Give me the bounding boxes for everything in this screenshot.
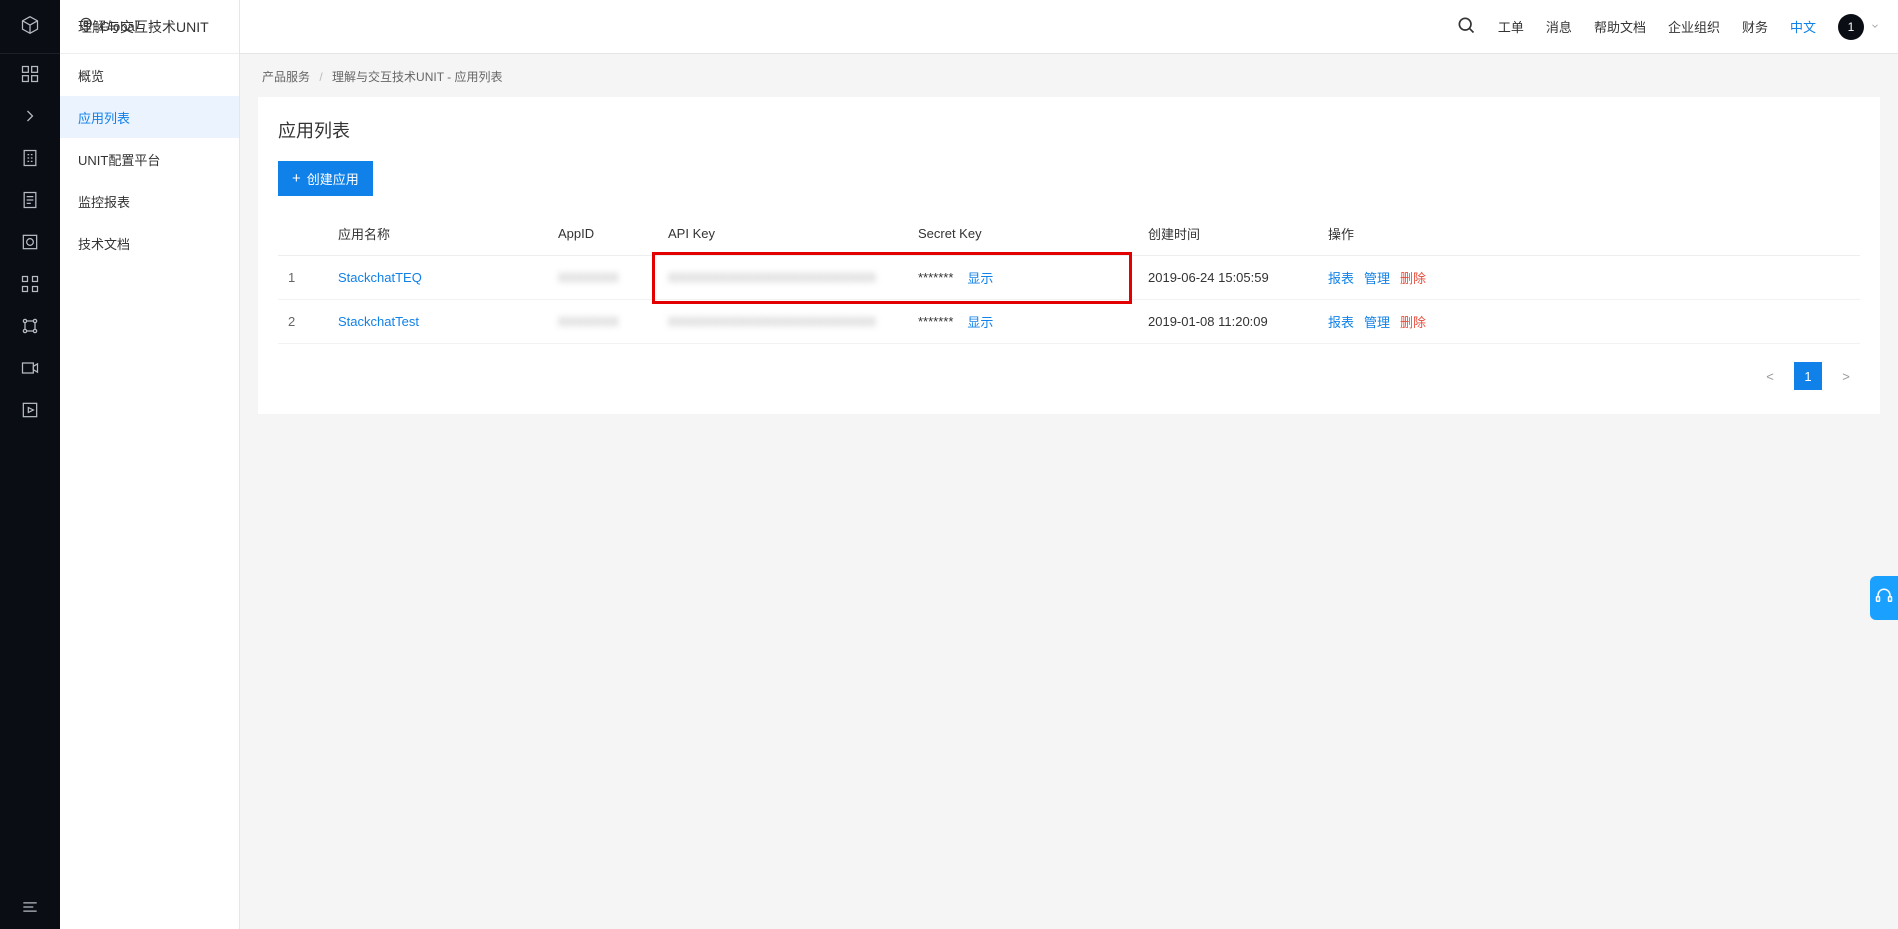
apps-icon: [20, 274, 40, 297]
search-button[interactable]: [1456, 15, 1476, 38]
rail-dashboard[interactable]: [0, 54, 60, 96]
chevron-down-icon: [146, 19, 156, 34]
sidebar-item-overview[interactable]: 概览: [60, 54, 239, 96]
menu-icon: [20, 897, 40, 920]
action-report[interactable]: 报表: [1328, 271, 1354, 286]
breadcrumb: 产品服务 / 理解与交互技术UNIT - 应用列表: [240, 54, 1898, 97]
topbar-link-docs[interactable]: 帮助文档: [1594, 17, 1646, 36]
rail-video[interactable]: [0, 348, 60, 390]
sidebar-item-label: 监控报表: [78, 192, 130, 211]
avatar: 1: [1838, 14, 1864, 40]
topbar-link-messages[interactable]: 消息: [1546, 17, 1572, 36]
table-row: 2StackchatTestXXXXXXXXXXXXXXXXXXXXXXXXXX…: [278, 300, 1860, 344]
col-name: 应用名称: [328, 212, 548, 256]
breadcrumb-sep: /: [319, 70, 322, 84]
col-secret: Secret Key: [908, 212, 1138, 256]
sidebar-item-tech-docs[interactable]: 技术文档: [60, 222, 239, 264]
apikey-value: XXXXXXXXXXXXXXXXXXXXXXXX: [668, 314, 876, 329]
grid-icon: [20, 64, 40, 87]
rail-network[interactable]: [0, 306, 60, 348]
cube-logo-icon: [20, 15, 40, 38]
help-float-button[interactable]: [1870, 576, 1898, 620]
rail-doc[interactable]: [0, 180, 60, 222]
user-menu[interactable]: 1: [1838, 14, 1880, 40]
row-index: 2: [278, 300, 328, 344]
sidebar-item-label: UNIT配置平台: [78, 150, 160, 169]
panel-title: 应用列表: [278, 117, 1860, 143]
action-delete[interactable]: 删除: [1400, 271, 1426, 286]
document-icon: [20, 190, 40, 213]
created-at: 2019-01-08 11:20:09: [1138, 300, 1318, 344]
col-created: 创建时间: [1138, 212, 1318, 256]
pagination: < 1 >: [278, 362, 1860, 390]
topbar-link-org[interactable]: 企业组织: [1668, 17, 1720, 36]
create-app-button[interactable]: + 创建应用: [278, 161, 373, 196]
network-icon: [20, 316, 40, 339]
rail-apps[interactable]: [0, 264, 60, 306]
plus-icon: +: [292, 171, 301, 186]
logo[interactable]: [0, 0, 60, 54]
table-row: 1StackchatTEQXXXXXXXXXXXXXXXXXXXXXXXXXXX…: [278, 256, 1860, 300]
sidebar-item-monitor[interactable]: 监控报表: [60, 180, 239, 222]
region-picker[interactable]: Global: [78, 17, 238, 36]
page-next[interactable]: >: [1832, 362, 1860, 390]
topbar-link-finance[interactable]: 财务: [1742, 17, 1768, 36]
target-icon: [20, 232, 40, 255]
col-actions: 操作: [1318, 212, 1860, 256]
rail-play[interactable]: [0, 390, 60, 432]
sidebar-item-label: 概览: [78, 66, 104, 85]
topbar: Global 工单 消息 帮助文档 企业组织 财务 中文 1: [240, 0, 1898, 54]
chevron-right-icon: [20, 106, 40, 129]
appid-value: XXXXXXX: [558, 314, 619, 329]
row-index: 1: [278, 256, 328, 300]
breadcrumb-page: 理解与交互技术UNIT - 应用列表: [332, 70, 502, 84]
col-apikey: API Key: [658, 212, 908, 256]
play-icon: [20, 400, 40, 423]
page-current[interactable]: 1: [1794, 362, 1822, 390]
action-manage[interactable]: 管理: [1364, 271, 1390, 286]
building-icon: [20, 148, 40, 171]
icon-rail: [0, 0, 60, 929]
topbar-link-language[interactable]: 中文: [1790, 17, 1816, 36]
create-app-label: 创建应用: [307, 169, 359, 188]
apikey-value: XXXXXXXXXXXXXXXXXXXXXXXX: [668, 270, 876, 285]
created-at: 2019-06-24 15:05:59: [1138, 256, 1318, 300]
page-prev[interactable]: <: [1756, 362, 1784, 390]
app-name-link[interactable]: StackchatTEQ: [338, 270, 422, 285]
show-secret-button[interactable]: 显示: [967, 312, 993, 331]
rail-collapse[interactable]: [0, 96, 60, 138]
app-name-link[interactable]: StackchatTest: [338, 314, 419, 329]
content-area: 产品服务 / 理解与交互技术UNIT - 应用列表 应用列表 + 创建应用 应用…: [240, 54, 1898, 929]
appid-value: XXXXXXX: [558, 270, 619, 285]
show-secret-button[interactable]: 显示: [967, 268, 993, 287]
action-manage[interactable]: 管理: [1364, 315, 1390, 330]
action-delete[interactable]: 删除: [1400, 315, 1426, 330]
rail-building[interactable]: [0, 138, 60, 180]
breadcrumb-root[interactable]: 产品服务: [262, 70, 310, 84]
video-icon: [20, 358, 40, 381]
rail-menu-bottom[interactable]: [0, 887, 60, 929]
secret-mask: *******: [918, 314, 953, 329]
chevron-down-icon: [1870, 19, 1880, 34]
sidebar-item-app-list[interactable]: 应用列表: [60, 96, 239, 138]
col-appid: AppID: [548, 212, 658, 256]
headset-icon: [1875, 587, 1893, 608]
sidebar-item-unit-config[interactable]: UNIT配置平台: [60, 138, 239, 180]
rail-circle[interactable]: [0, 222, 60, 264]
app-table: 应用名称 AppID API Key Secret Key 创建时间 操作 1S…: [278, 212, 1860, 344]
location-icon: [78, 17, 94, 36]
sidebar-item-label: 应用列表: [78, 108, 130, 127]
sidebar-item-label: 技术文档: [78, 234, 130, 253]
sidebar: 理解与交互技术UNIT 概览 应用列表 UNIT配置平台 监控报表 技术文档: [60, 0, 240, 929]
app-list-panel: 应用列表 + 创建应用 应用名称 AppID API Key Secret Ke…: [258, 97, 1880, 414]
topbar-link-tickets[interactable]: 工单: [1498, 17, 1524, 36]
region-label: Global: [100, 19, 138, 34]
right-pane: Global 工单 消息 帮助文档 企业组织 财务 中文 1 产品服务 / 理解…: [240, 0, 1898, 929]
action-report[interactable]: 报表: [1328, 315, 1354, 330]
secret-mask: *******: [918, 270, 953, 285]
